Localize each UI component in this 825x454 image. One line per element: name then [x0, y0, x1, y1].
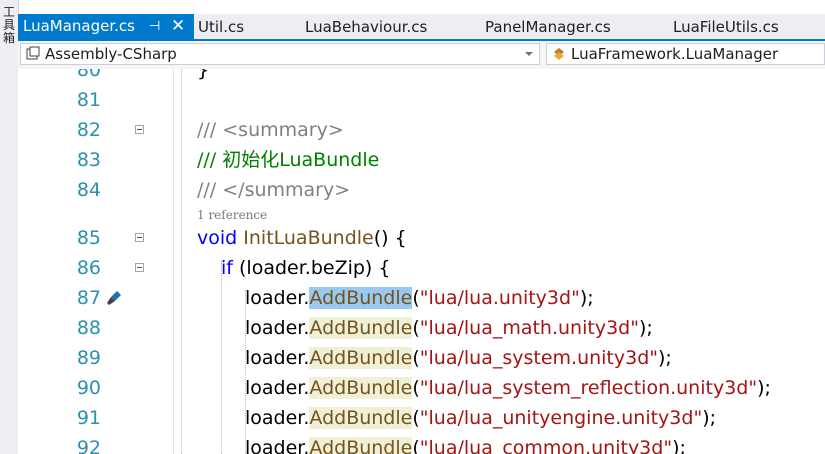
code-text: loader.AddBundle("lua/lua.unity3d");: [245, 287, 594, 309]
line-number: 92: [76, 437, 101, 454]
code-condition: (loader.beZip) {: [239, 257, 391, 279]
method-call: AddBundle: [309, 407, 413, 429]
pin-icon[interactable]: ⊣: [149, 14, 160, 39]
line-number: 87: [76, 287, 101, 309]
collapse-icon[interactable]: [135, 125, 144, 134]
xml-comment: /// </summary>: [197, 179, 351, 201]
tab-label: LuaBehaviour.cs: [305, 18, 428, 36]
navigation-bar: Assembly-CSharp LuaFramework.LuaManager: [18, 41, 825, 70]
code-object: loader.: [245, 347, 310, 369]
tab-luabehaviour[interactable]: LuaBehaviour.cs: [305, 16, 427, 39]
code-text: void InitLuaBundle() {: [197, 223, 407, 253]
class-icon: [554, 48, 564, 60]
code-line: 81: [18, 85, 825, 115]
tab-label: LuaManager.cs: [23, 17, 135, 35]
tab-luamanager[interactable]: LuaManager.cs ⊣ ✕: [18, 14, 194, 39]
method-call: AddBundle: [309, 317, 413, 339]
code-object: loader.: [245, 407, 310, 429]
quick-actions-brush-icon[interactable]: [105, 289, 123, 307]
code-line: 91 loader.AddBundle("lua/lua_unityengine…: [18, 403, 825, 433]
code-punct: );: [579, 287, 594, 309]
code-line: 86 if (loader.beZip) {: [18, 253, 825, 283]
method-call: AddBundle: [309, 347, 413, 369]
code-punct: );: [638, 317, 653, 339]
collapse-icon[interactable]: [135, 233, 144, 242]
xml-comment: /// 初始化LuaBundle: [197, 149, 380, 171]
code-line: 89 loader.AddBundle("lua/lua_system.unit…: [18, 343, 825, 373]
line-number: 80: [76, 69, 101, 81]
code-text: loader.AddBundle("lua/lua_math.unity3d")…: [245, 317, 653, 339]
code-line: 87 loader.AddBundle("lua/lua.unity3d");: [18, 283, 825, 313]
tab-label: PanelManager.cs: [485, 18, 611, 36]
code-line: 92 loader.AddBundle("lua/lua_common.unit…: [18, 433, 825, 454]
line-number: 90: [76, 377, 101, 399]
document-tab-bar: LuaManager.cs ⊣ ✕ Util.cs LuaBehaviour.c…: [18, 14, 825, 41]
method-call-selected: AddBundle: [309, 287, 413, 309]
line-number: 91: [76, 407, 101, 429]
keyword: if: [221, 257, 233, 279]
code-editor[interactable]: 80 } 81 82 /// <summary> 83 /// 初始化LuaBu…: [18, 69, 825, 454]
project-name: Assembly-CSharp: [45, 45, 177, 63]
type-name: LuaFramework.LuaManager: [571, 45, 779, 63]
close-icon[interactable]: ✕: [171, 14, 185, 39]
code-text: loader.AddBundle("lua/lua_unityengine.un…: [245, 407, 717, 429]
code-punct: );: [702, 407, 717, 429]
line-number: 82: [76, 119, 101, 141]
string-literal: "lua/lua_common.unity3d": [419, 437, 673, 454]
code-object: loader.: [245, 287, 310, 309]
code-line: 80 }: [18, 69, 825, 85]
toolbox-strip[interactable]: 工具箱: [0, 0, 19, 454]
string-literal: "lua/lua_system_reflection.unity3d": [419, 377, 758, 399]
code-text: loader.AddBundle("lua/lua_system.unity3d…: [245, 347, 672, 369]
tab-luafileutils[interactable]: LuaFileUtils.cs: [673, 16, 779, 39]
method-call: AddBundle: [309, 437, 413, 454]
method-name: InitLuaBundle: [243, 227, 374, 249]
code-object: loader.: [245, 377, 310, 399]
code-line: 82 /// <summary>: [18, 115, 825, 145]
keyword: void: [197, 227, 238, 249]
line-number: 86: [76, 257, 101, 279]
code-punct: );: [672, 437, 686, 454]
string-literal: "lua/lua_unityengine.unity3d": [419, 407, 703, 429]
type-dropdown[interactable]: LuaFramework.LuaManager: [546, 43, 825, 65]
code-line: 88 loader.AddBundle("lua/lua_math.unity3…: [18, 313, 825, 343]
tab-panelmanager[interactable]: PanelManager.cs: [485, 16, 611, 39]
line-number: 88: [76, 317, 101, 339]
method-call: AddBundle: [309, 377, 413, 399]
line-number: 83: [76, 149, 101, 171]
xml-comment: /// <summary>: [197, 119, 344, 141]
code-object: loader.: [245, 317, 310, 339]
collapse-icon[interactable]: [135, 263, 144, 272]
code-text: if (loader.beZip) {: [221, 253, 390, 283]
line-number: 85: [76, 227, 101, 249]
code-line: 90 loader.AddBundle("lua/lua_system_refl…: [18, 373, 825, 403]
code-object: loader.: [245, 437, 310, 454]
chevron-down-icon[interactable]: [525, 52, 533, 56]
string-literal: "lua/lua_math.unity3d": [419, 317, 639, 339]
toolbox-label[interactable]: 工具箱: [2, 6, 16, 45]
project-icon: [26, 46, 40, 60]
code-punct: );: [658, 347, 672, 369]
code-text: loader.AddBundle("lua/lua_system_reflect…: [245, 377, 771, 399]
code-text: loader.AddBundle("lua/lua_common.unity3d…: [245, 433, 686, 454]
tab-util[interactable]: Util.cs: [198, 16, 244, 39]
code-line: 83 /// 初始化LuaBundle: [18, 145, 825, 175]
string-literal: "lua/lua.unity3d": [419, 287, 580, 309]
line-number: 84: [76, 179, 101, 201]
code-line: 84 /// </summary>: [18, 175, 825, 205]
line-number: 89: [76, 347, 101, 369]
code-line: 85 void InitLuaBundle() {: [18, 223, 825, 253]
tab-label: Util.cs: [198, 18, 245, 36]
code-punct: );: [757, 377, 771, 399]
codelens-references[interactable]: 1 reference: [197, 207, 267, 223]
tab-label: LuaFileUtils.cs: [673, 18, 779, 36]
code-text: }: [197, 69, 210, 81]
project-dropdown[interactable]: Assembly-CSharp: [20, 43, 540, 65]
string-literal: "lua/lua_system.unity3d": [419, 347, 659, 369]
line-number: 81: [76, 89, 101, 111]
code-punct: () {: [373, 227, 407, 249]
